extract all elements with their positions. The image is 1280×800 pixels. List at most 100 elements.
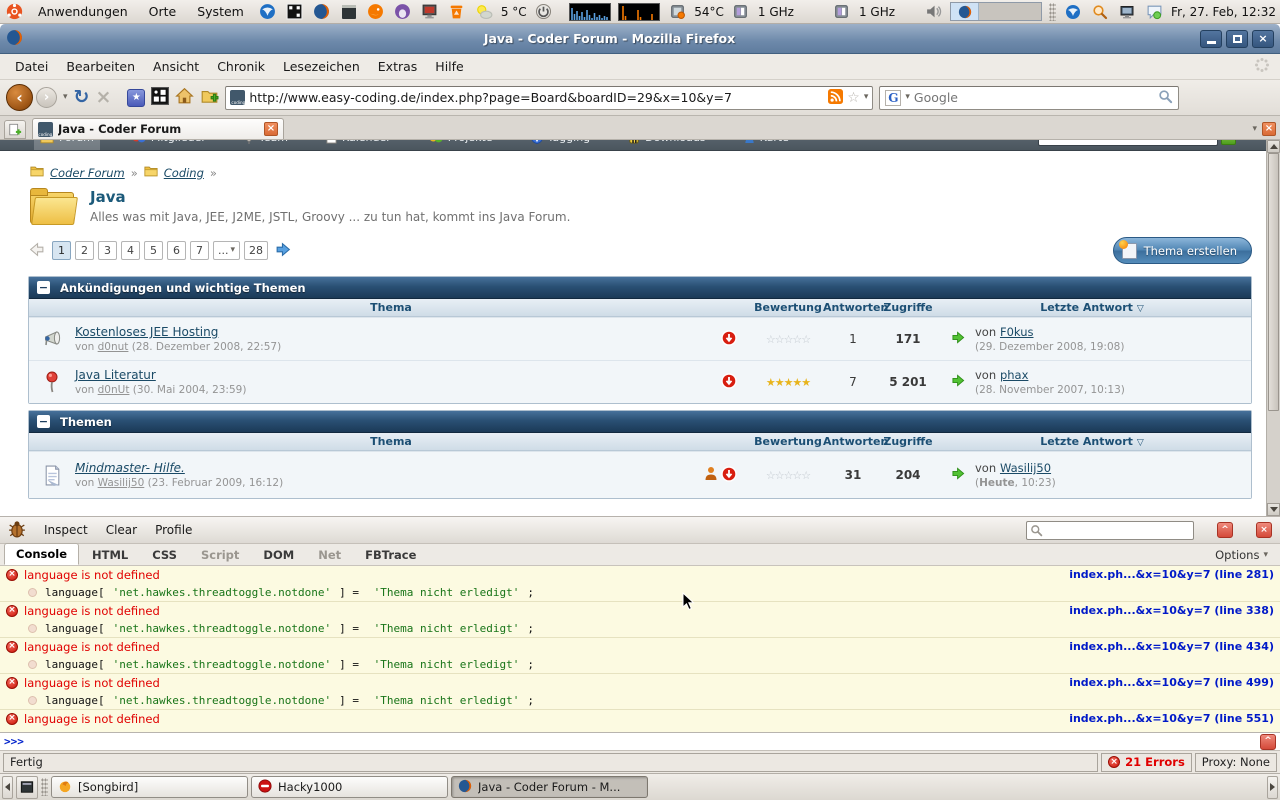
page-button-28[interactable]: 28 [244,241,268,260]
page-button-5[interactable]: 5 [144,241,163,260]
thunderbird-status-icon[interactable] [1063,2,1083,22]
source-link[interactable]: index.ph...&x=10&y=7 (line 338) [1069,604,1274,617]
tab-html[interactable]: HTML [81,545,139,565]
thread-link[interactable]: Mindmaster- Hilfe. [75,461,185,475]
breadcrumb-link-coding[interactable]: Coding [164,166,204,180]
tab-script[interactable]: Script [190,545,250,565]
content-scrollbar[interactable] [1266,140,1280,516]
forumnav-projekte[interactable]: Projekte [423,140,499,150]
taskbar-button-songbird[interactable]: [Songbird] [51,776,248,798]
author-link[interactable]: d0nUt [98,384,130,396]
collapse-icon[interactable]: − [37,415,50,428]
google-engine-icon[interactable]: G [885,90,901,106]
url-input[interactable] [249,90,824,105]
inspect-button[interactable]: Inspect [44,523,88,537]
bookmark-star-icon[interactable]: ☆ [847,90,860,106]
firebug-bug-icon[interactable] [8,520,26,541]
page-button-3[interactable]: 3 [98,241,117,260]
source-link[interactable]: index.ph...&x=10&y=7 (line 551) [1069,712,1274,725]
rating-stars[interactable]: ☆☆☆☆☆ [766,333,810,346]
rating-stars[interactable]: ★★★★★ [766,376,810,389]
breakpoint-dot-icon[interactable] [28,624,37,633]
menu-system[interactable]: System [190,0,251,23]
ubuntu-logo-icon[interactable] [4,2,24,22]
list-all-tabs-icon[interactable]: ▾ [1252,125,1257,134]
power-button-icon[interactable] [534,2,554,22]
tab-css[interactable]: CSS [141,545,188,565]
forum-search-button[interactable] [1221,140,1236,145]
tab-console[interactable]: Console [4,543,79,565]
taskbar-drag-handle[interactable] [41,778,48,796]
menu-chronik[interactable]: Chronik [208,59,274,74]
firefox-launcher-icon[interactable] [312,2,332,22]
create-thread-button[interactable]: Thema erstellen [1113,237,1252,264]
last-author-link[interactable]: Wasilij50 [1000,461,1051,475]
engine-dropdown-icon[interactable]: ▾ [905,93,910,102]
url-dropdown-icon[interactable]: ▾ [864,93,869,102]
rating-stars[interactable]: ☆☆☆☆☆ [766,469,810,482]
remote-desktop-icon[interactable] [1117,2,1137,22]
menu-anwendungen[interactable]: Anwendungen [31,0,135,23]
tab-fbtrace[interactable]: FBTrace [354,545,427,565]
goto-last-post-icon[interactable] [951,467,966,483]
firebug-command-line[interactable]: >>> ^ [0,732,1280,750]
new-tab-button[interactable] [4,120,26,139]
open-command-editor-icon[interactable]: ^ [1260,734,1276,750]
collapse-icon[interactable]: − [37,281,50,294]
back-button[interactable]: ‹ [6,84,33,111]
options-menu[interactable]: Options▾ [1207,545,1276,565]
source-link[interactable]: index.ph...&x=10&y=7 (line 281) [1069,568,1274,581]
page-button-7[interactable]: 7 [190,241,209,260]
thunderbird-launcher-icon[interactable] [258,2,278,22]
reload-button[interactable]: ↻ [74,88,90,107]
thread-link[interactable]: Kostenloses JEE Hosting [75,325,218,339]
menu-extras[interactable]: Extras [369,59,427,74]
source-link[interactable]: index.ph...&x=10&y=7 (line 434) [1069,640,1274,653]
workstation-launcher-icon[interactable] [420,2,440,22]
volume-icon[interactable] [923,2,943,22]
screenshot-select-icon[interactable] [285,2,305,22]
clock[interactable]: Fr, 27. Feb, 12:32 [1171,5,1276,19]
search-bar[interactable]: G ▾ [879,86,1179,110]
menu-ansicht[interactable]: Ansicht [144,59,208,74]
search-tray-icon[interactable] [1090,2,1110,22]
close-button[interactable]: × [1252,30,1274,48]
last-author-link[interactable]: F0kus [1000,325,1034,339]
url-bar[interactable]: coding ☆ ▾ [225,86,873,110]
forumnav-kalender[interactable]: Kalender [320,140,397,150]
window-list-icon[interactable] [16,776,38,799]
tab-java-coder-forum[interactable]: coding Java - Coder Forum × [32,118,284,139]
menu-orte[interactable]: Orte [142,0,184,23]
goto-last-post-icon[interactable] [951,331,966,347]
history-dropdown-icon[interactable]: ▾ [63,93,68,102]
bookmark-manager-icon[interactable]: ★ [127,89,145,107]
breadcrumb-link-coder-forum[interactable]: Coder Forum [50,166,125,180]
clear-button[interactable]: Clear [106,523,137,537]
forumnav-team[interactable]: Team [238,140,294,150]
page-button-6[interactable]: 6 [167,241,186,260]
forum-search-input[interactable] [1038,140,1218,146]
taskbar-button-firefox[interactable]: Java - Coder Forum - M... [451,776,648,798]
detach-firebug-icon[interactable]: ^ [1217,522,1233,538]
stop-button[interactable]: × [95,88,111,107]
sort-column-header[interactable]: Letzte Antwort▽ [933,435,1251,448]
home-button[interactable] [175,87,194,108]
page-button-4[interactable]: 4 [121,241,140,260]
maximize-button[interactable] [1226,30,1248,48]
close-firebug-icon[interactable]: × [1256,522,1272,538]
minimize-button[interactable] [1200,30,1222,48]
breakpoint-dot-icon[interactable] [28,696,37,705]
page-next-icon[interactable] [275,242,292,260]
bookmark-folder-add-icon[interactable] [200,87,219,108]
chat-status-icon[interactable] [1144,2,1164,22]
last-author-link[interactable]: phax [1000,368,1028,382]
window-list-firefox-icon[interactable] [951,3,979,20]
pidgin-launcher-icon[interactable] [393,2,413,22]
menu-datei[interactable]: Datei [6,59,57,74]
forumnav-downloads[interactable]: Downloads [622,140,711,150]
scrollbar-thumb[interactable] [1268,153,1279,411]
menu-bearbeiten[interactable]: Bearbeiten [57,59,144,74]
window-titlebar[interactable]: Java - Coder Forum - Mozilla Firefox × [0,24,1280,54]
web-search-input[interactable] [914,90,1154,105]
tab-dom[interactable]: DOM [252,545,305,565]
